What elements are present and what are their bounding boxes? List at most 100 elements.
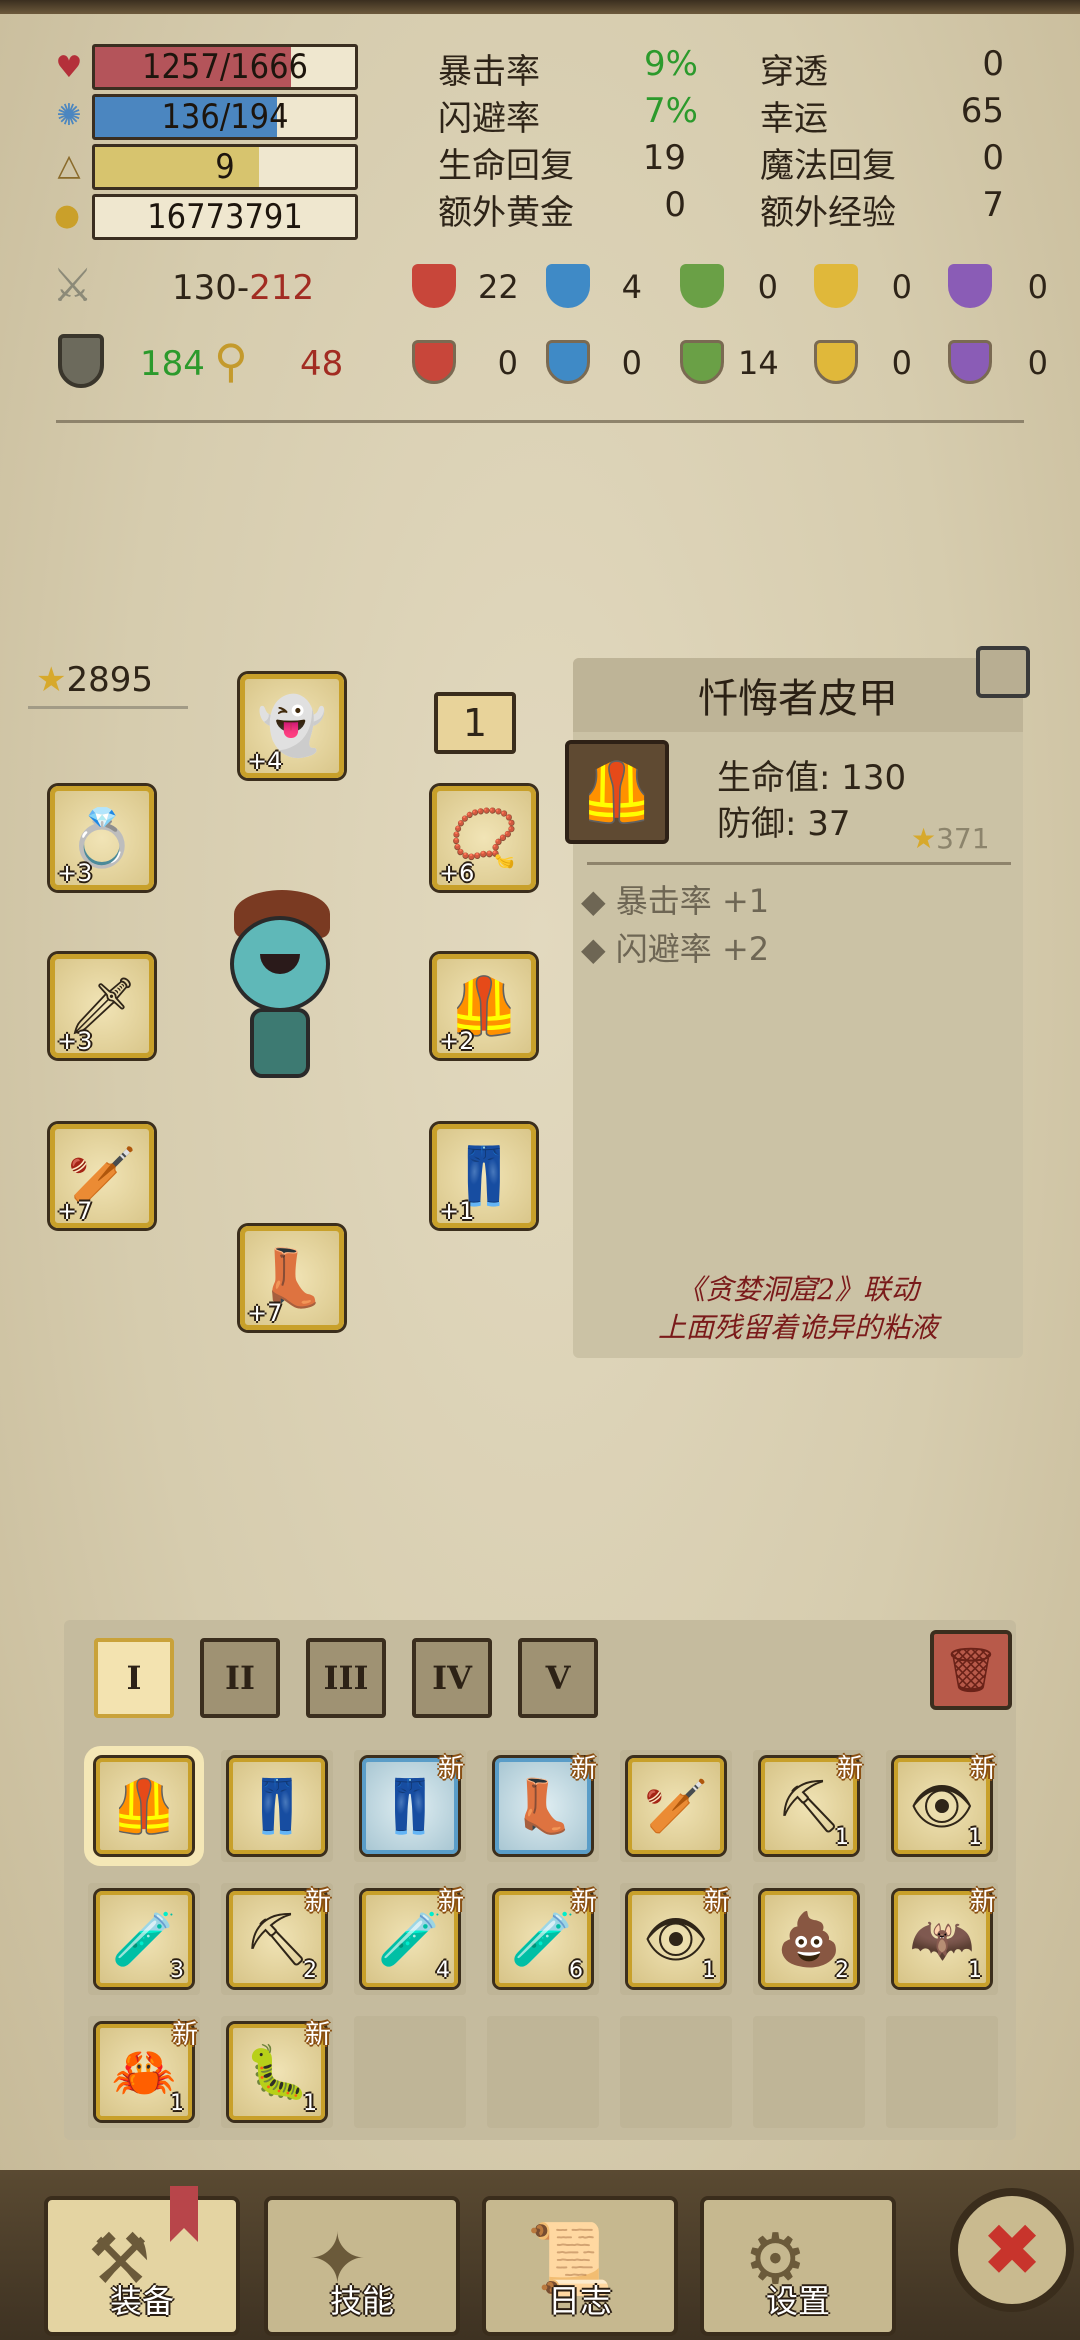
bat-wing-icon: 🦇 [909,1909,975,1970]
inventory-item[interactable]: ⛏ 1 新 [761,1754,863,1854]
stat-value-extra-gold: 0 [664,185,686,225]
trash-icon[interactable]: 🗑 [930,1630,1012,1710]
fire-resist-icon [412,340,456,384]
score-line [28,706,188,709]
level-bar: 9 [92,144,358,190]
inventory-item[interactable]: 💩 2 [761,1891,857,1987]
item-count: 1 [835,1825,849,1850]
inventory-item[interactable]: 🧪 4 新 [362,1887,464,1987]
inventory-item[interactable]: 👢 新 [495,1754,597,1854]
gold-text: 16773791 [147,197,303,237]
inventory-cell [354,2016,466,2128]
inventory-item[interactable]: 🦀 1 新 [96,2020,198,2120]
item-count: 1 [968,1825,982,1850]
inventory-item[interactable]: 👖 [229,1758,325,1854]
new-badge: 新 [969,1887,996,1917]
inventory-cell [487,2016,599,2128]
inventory-item[interactable]: 🧪 3 [96,1891,192,1987]
stat-value-crit: 9% [644,44,698,84]
nav-button-2[interactable]: ✦ 技能 [264,2196,460,2336]
nav-button-3[interactable]: 📜 日志 [482,2196,678,2336]
pet-level: +4 [247,747,283,775]
armor-value: 184 [140,344,205,384]
armor-slot[interactable]: 🦺 +2 [432,954,536,1058]
top-frame [0,0,1080,14]
ring-slot[interactable]: 💍 +3 [50,786,154,890]
tab-1[interactable]: I [94,1638,174,1718]
inventory-cell [620,2016,732,2128]
inventory-item[interactable]: 👖 新 [362,1754,464,1854]
potion-yellow-icon: 🧪 [111,1909,177,1970]
stat-label-crit: 暴击率 [438,52,540,92]
eye-scroll-icon: 👁 [908,1776,975,1837]
tab-2[interactable]: II [200,1638,280,1718]
offhand-slot[interactable]: 🏏 +7 [50,1124,154,1228]
inventory-item[interactable]: 🏏 [628,1758,724,1854]
inventory-item[interactable]: 🧪 6 新 [495,1887,597,1987]
stats-divider [56,420,1024,423]
bag-page-button[interactable]: 1 [434,692,516,754]
item-bonus-1-text: 暴击率 +1 [615,882,770,920]
new-badge: 新 [437,1754,464,1784]
mana-icon: ✺ [56,97,82,133]
armor-level: +2 [439,1027,475,1055]
stat-value-dodge: 7% [644,91,698,131]
item-bonus-2: ◆ 闪避率 +2 [581,930,770,968]
tab-3[interactable]: III [306,1638,386,1718]
spiked-club-icon: 🏏 [643,1776,709,1837]
item-score: ★371 [911,822,990,855]
new-badge: 新 [570,1887,597,1917]
item-count: 2 [835,1958,849,1983]
boots-slot[interactable]: 👢 +7 [240,1226,344,1330]
weapon-slot[interactable]: 🗡 +3 [50,954,154,1058]
new-badge: 新 [304,2020,331,2050]
nav-button-1[interactable]: ⚒ 装备 [44,2196,240,2336]
fire-attack-icon [412,264,456,308]
nature-attack-icon [680,264,724,308]
tab-4[interactable]: IV [412,1638,492,1718]
tab-5[interactable]: V [518,1638,598,1718]
item-count: 1 [170,2091,184,2116]
inventory-item[interactable]: 🦇 1 新 [894,1887,996,1987]
pet-slot[interactable]: 👻 +4 [240,674,344,778]
fire-attack-value: 22 [478,268,519,306]
inventory-item[interactable]: 👁 1 新 [894,1754,996,1854]
hp-bar: 1257/1666 [92,44,358,90]
new-badge: 新 [703,1887,730,1917]
mp-text: 136/194 [161,97,289,137]
item-count: 2 [303,1958,317,1983]
close-button[interactable]: ✖ [950,2188,1074,2312]
item-hp: 生命值: 130 [717,758,907,798]
offhand-level: +7 [57,1197,93,1225]
attack-max: 212 [249,268,315,308]
item-count: 6 [569,1958,583,1983]
weapon-level: +3 [57,1027,93,1055]
arcane-attack-icon [948,264,992,308]
boots-icon: 👢 [510,1776,576,1837]
pants-level: +1 [439,1197,475,1225]
inventory-cell [886,2016,998,2128]
inventory-item[interactable]: 🦺 [96,1758,192,1854]
mp-bar: 136/194 [92,94,358,140]
new-badge: 新 [570,1754,597,1784]
nature-resist-value: 14 [738,344,779,382]
pants-slot[interactable]: 👖 +1 [432,1124,536,1228]
inventory-item[interactable]: 👁 1 新 [628,1887,730,1987]
body [250,1008,310,1078]
stat-value-mp-regen: 0 [982,138,1004,178]
item-info-divider [587,862,1011,865]
hp-text: 1257/1666 [142,47,308,87]
armor-icon: 🦺 [111,1776,177,1837]
attack-range: 130-212 [172,268,314,308]
inventory-item[interactable]: 🐛 1 新 [229,2020,331,2120]
level-icon: △ [57,147,81,183]
boots-level: +7 [247,1299,283,1327]
water-attack-value: 4 [621,268,642,306]
inventory-item[interactable]: ⛏ 2 新 [229,1887,331,1987]
unlock-icon[interactable] [976,646,1030,698]
item-bonus-1: ◆ 暴击率 +1 [581,882,770,920]
arcane-resist-icon [948,340,992,384]
nav-button-4[interactable]: ⚙ 设置 [700,2196,896,2336]
amulet-slot[interactable]: 📿 +6 [432,786,536,890]
ring-level: +3 [57,859,93,887]
